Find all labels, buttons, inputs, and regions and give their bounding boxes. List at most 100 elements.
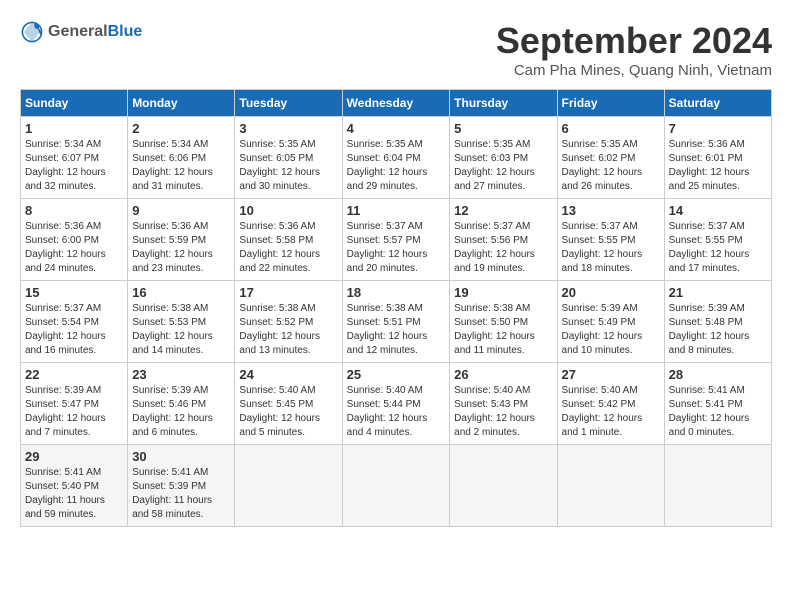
table-row: 10 Sunrise: 5:36 AM Sunset: 5:58 PM Dayli… — [235, 199, 342, 281]
day-info: Sunrise: 5:35 AM Sunset: 6:03 PM Dayligh… — [454, 138, 552, 194]
table-row — [450, 445, 557, 527]
day-info: Sunrise: 5:35 AM Sunset: 6:02 PM Dayligh… — [562, 138, 660, 194]
title-section: September 2024 Cam Pha Mines, Quang Ninh… — [496, 20, 772, 79]
logo-general: General — [48, 23, 108, 41]
month-title: September 2024 — [496, 20, 772, 62]
day-number: 26 — [454, 367, 552, 382]
table-row: 3 Sunrise: 5:35 AM Sunset: 6:05 PM Daylig… — [235, 117, 342, 199]
day-number: 10 — [239, 203, 337, 218]
day-number: 15 — [25, 285, 123, 300]
day-number: 6 — [562, 121, 660, 136]
day-number: 24 — [239, 367, 337, 382]
day-number: 20 — [562, 285, 660, 300]
day-number: 30 — [132, 449, 230, 464]
logo-blue: Blue — [108, 23, 143, 41]
column-header-monday: Monday — [128, 90, 235, 117]
table-row: 15 Sunrise: 5:37 AM Sunset: 5:54 PM Dayli… — [21, 281, 128, 363]
column-header-thursday: Thursday — [450, 90, 557, 117]
day-info: Sunrise: 5:40 AM Sunset: 5:44 PM Dayligh… — [347, 384, 446, 440]
table-row: 27 Sunrise: 5:40 AM Sunset: 5:42 PM Dayli… — [557, 363, 664, 445]
day-number: 9 — [132, 203, 230, 218]
day-number: 22 — [25, 367, 123, 382]
logo: General Blue — [20, 20, 142, 44]
table-row: 2 Sunrise: 5:34 AM Sunset: 6:06 PM Daylig… — [128, 117, 235, 199]
table-row: 6 Sunrise: 5:35 AM Sunset: 6:02 PM Daylig… — [557, 117, 664, 199]
day-number: 17 — [239, 285, 337, 300]
table-row: 8 Sunrise: 5:36 AM Sunset: 6:00 PM Daylig… — [21, 199, 128, 281]
table-row: 17 Sunrise: 5:38 AM Sunset: 5:52 PM Dayli… — [235, 281, 342, 363]
day-info: Sunrise: 5:38 AM Sunset: 5:51 PM Dayligh… — [347, 302, 446, 358]
day-info: Sunrise: 5:40 AM Sunset: 5:43 PM Dayligh… — [454, 384, 552, 440]
table-row: 21 Sunrise: 5:39 AM Sunset: 5:48 PM Dayli… — [664, 281, 771, 363]
table-row: 23 Sunrise: 5:39 AM Sunset: 5:46 PM Dayli… — [128, 363, 235, 445]
day-info: Sunrise: 5:36 AM Sunset: 5:59 PM Dayligh… — [132, 220, 230, 276]
table-row: 29Sunrise: 5:41 AM Sunset: 5:40 PM Dayli… — [21, 445, 128, 527]
column-header-wednesday: Wednesday — [342, 90, 450, 117]
day-info: Sunrise: 5:37 AM Sunset: 5:56 PM Dayligh… — [454, 220, 552, 276]
column-header-friday: Friday — [557, 90, 664, 117]
day-info: Sunrise: 5:39 AM Sunset: 5:47 PM Dayligh… — [25, 384, 123, 440]
day-info: Sunrise: 5:36 AM Sunset: 6:00 PM Dayligh… — [25, 220, 123, 276]
column-header-tuesday: Tuesday — [235, 90, 342, 117]
day-info: Sunrise: 5:37 AM Sunset: 5:55 PM Dayligh… — [669, 220, 767, 276]
day-info: Sunrise: 5:35 AM Sunset: 6:05 PM Dayligh… — [239, 138, 337, 194]
day-info: Sunrise: 5:41 AM Sunset: 5:41 PM Dayligh… — [669, 384, 767, 440]
day-number: 14 — [669, 203, 767, 218]
table-row: 30 Sunrise: 5:41 AM Sunset: 5:39 PM Dayli… — [128, 445, 235, 527]
day-number: 8 — [25, 203, 123, 218]
table-row: 16 Sunrise: 5:38 AM Sunset: 5:53 PM Dayli… — [128, 281, 235, 363]
table-row: 24 Sunrise: 5:40 AM Sunset: 5:45 PM Dayli… — [235, 363, 342, 445]
table-row: 1 Sunrise: 5:34 AM Sunset: 6:07 PM Daylig… — [21, 117, 128, 199]
day-info: Sunrise: 5:34 AM Sunset: 6:07 PM Dayligh… — [25, 138, 123, 194]
table-row: 20Sunrise: 5:39 AM Sunset: 5:49 PM Dayli… — [557, 281, 664, 363]
day-number: 16 — [132, 285, 230, 300]
day-info: Sunrise: 5:40 AM Sunset: 5:45 PM Dayligh… — [239, 384, 337, 440]
table-row — [342, 445, 450, 527]
day-info: Sunrise: 5:40 AM Sunset: 5:42 PM Dayligh… — [562, 384, 660, 440]
table-row: 12 Sunrise: 5:37 AM Sunset: 5:56 PM Dayli… — [450, 199, 557, 281]
day-number: 23 — [132, 367, 230, 382]
day-number: 27 — [562, 367, 660, 382]
table-row: 18 Sunrise: 5:38 AM Sunset: 5:51 PM Dayli… — [342, 281, 450, 363]
day-info: Sunrise: 5:35 AM Sunset: 6:04 PM Dayligh… — [347, 138, 446, 194]
day-number: 5 — [454, 121, 552, 136]
day-info: Sunrise: 5:38 AM Sunset: 5:50 PM Dayligh… — [454, 302, 552, 358]
day-number: 1 — [25, 121, 123, 136]
day-info: Sunrise: 5:39 AM Sunset: 5:46 PM Dayligh… — [132, 384, 230, 440]
day-info: Sunrise: 5:39 AM Sunset: 5:48 PM Dayligh… — [669, 302, 767, 358]
day-number: 12 — [454, 203, 552, 218]
table-row: 9 Sunrise: 5:36 AM Sunset: 5:59 PM Daylig… — [128, 199, 235, 281]
table-row: 28 Sunrise: 5:41 AM Sunset: 5:41 PM Dayli… — [664, 363, 771, 445]
table-row: 19 Sunrise: 5:38 AM Sunset: 5:50 PM Dayli… — [450, 281, 557, 363]
logo-icon — [20, 20, 44, 44]
table-row — [235, 445, 342, 527]
day-info: Sunrise: 5:36 AM Sunset: 5:58 PM Dayligh… — [239, 220, 337, 276]
table-row: 25Sunrise: 5:40 AM Sunset: 5:44 PM Dayli… — [342, 363, 450, 445]
day-number: 28 — [669, 367, 767, 382]
day-number: 11 — [347, 203, 446, 218]
day-info: Sunrise: 5:41 AM Sunset: 5:39 PM Dayligh… — [132, 466, 230, 522]
day-info: Sunrise: 5:37 AM Sunset: 5:54 PM Dayligh… — [25, 302, 123, 358]
calendar: SundayMondayTuesdayWednesdayThursdayFrid… — [20, 89, 772, 527]
day-number: 3 — [239, 121, 337, 136]
day-info: Sunrise: 5:38 AM Sunset: 5:53 PM Dayligh… — [132, 302, 230, 358]
table-row: 7 Sunrise: 5:36 AM Sunset: 6:01 PM Daylig… — [664, 117, 771, 199]
day-number: 19 — [454, 285, 552, 300]
table-row: 13Sunrise: 5:37 AM Sunset: 5:55 PM Dayli… — [557, 199, 664, 281]
table-row — [557, 445, 664, 527]
day-number: 18 — [347, 285, 446, 300]
day-info: Sunrise: 5:37 AM Sunset: 5:55 PM Dayligh… — [562, 220, 660, 276]
day-number: 7 — [669, 121, 767, 136]
day-info: Sunrise: 5:38 AM Sunset: 5:52 PM Dayligh… — [239, 302, 337, 358]
table-row — [664, 445, 771, 527]
day-info: Sunrise: 5:36 AM Sunset: 6:01 PM Dayligh… — [669, 138, 767, 194]
location-title: Cam Pha Mines, Quang Ninh, Vietnam — [496, 62, 772, 79]
day-number: 4 — [347, 121, 446, 136]
column-header-sunday: Sunday — [21, 90, 128, 117]
day-number: 2 — [132, 121, 230, 136]
table-row: 4 Sunrise: 5:35 AM Sunset: 6:04 PM Daylig… — [342, 117, 450, 199]
day-number: 29 — [25, 449, 123, 464]
day-number: 21 — [669, 285, 767, 300]
day-info: Sunrise: 5:37 AM Sunset: 5:57 PM Dayligh… — [347, 220, 446, 276]
day-info: Sunrise: 5:34 AM Sunset: 6:06 PM Dayligh… — [132, 138, 230, 194]
